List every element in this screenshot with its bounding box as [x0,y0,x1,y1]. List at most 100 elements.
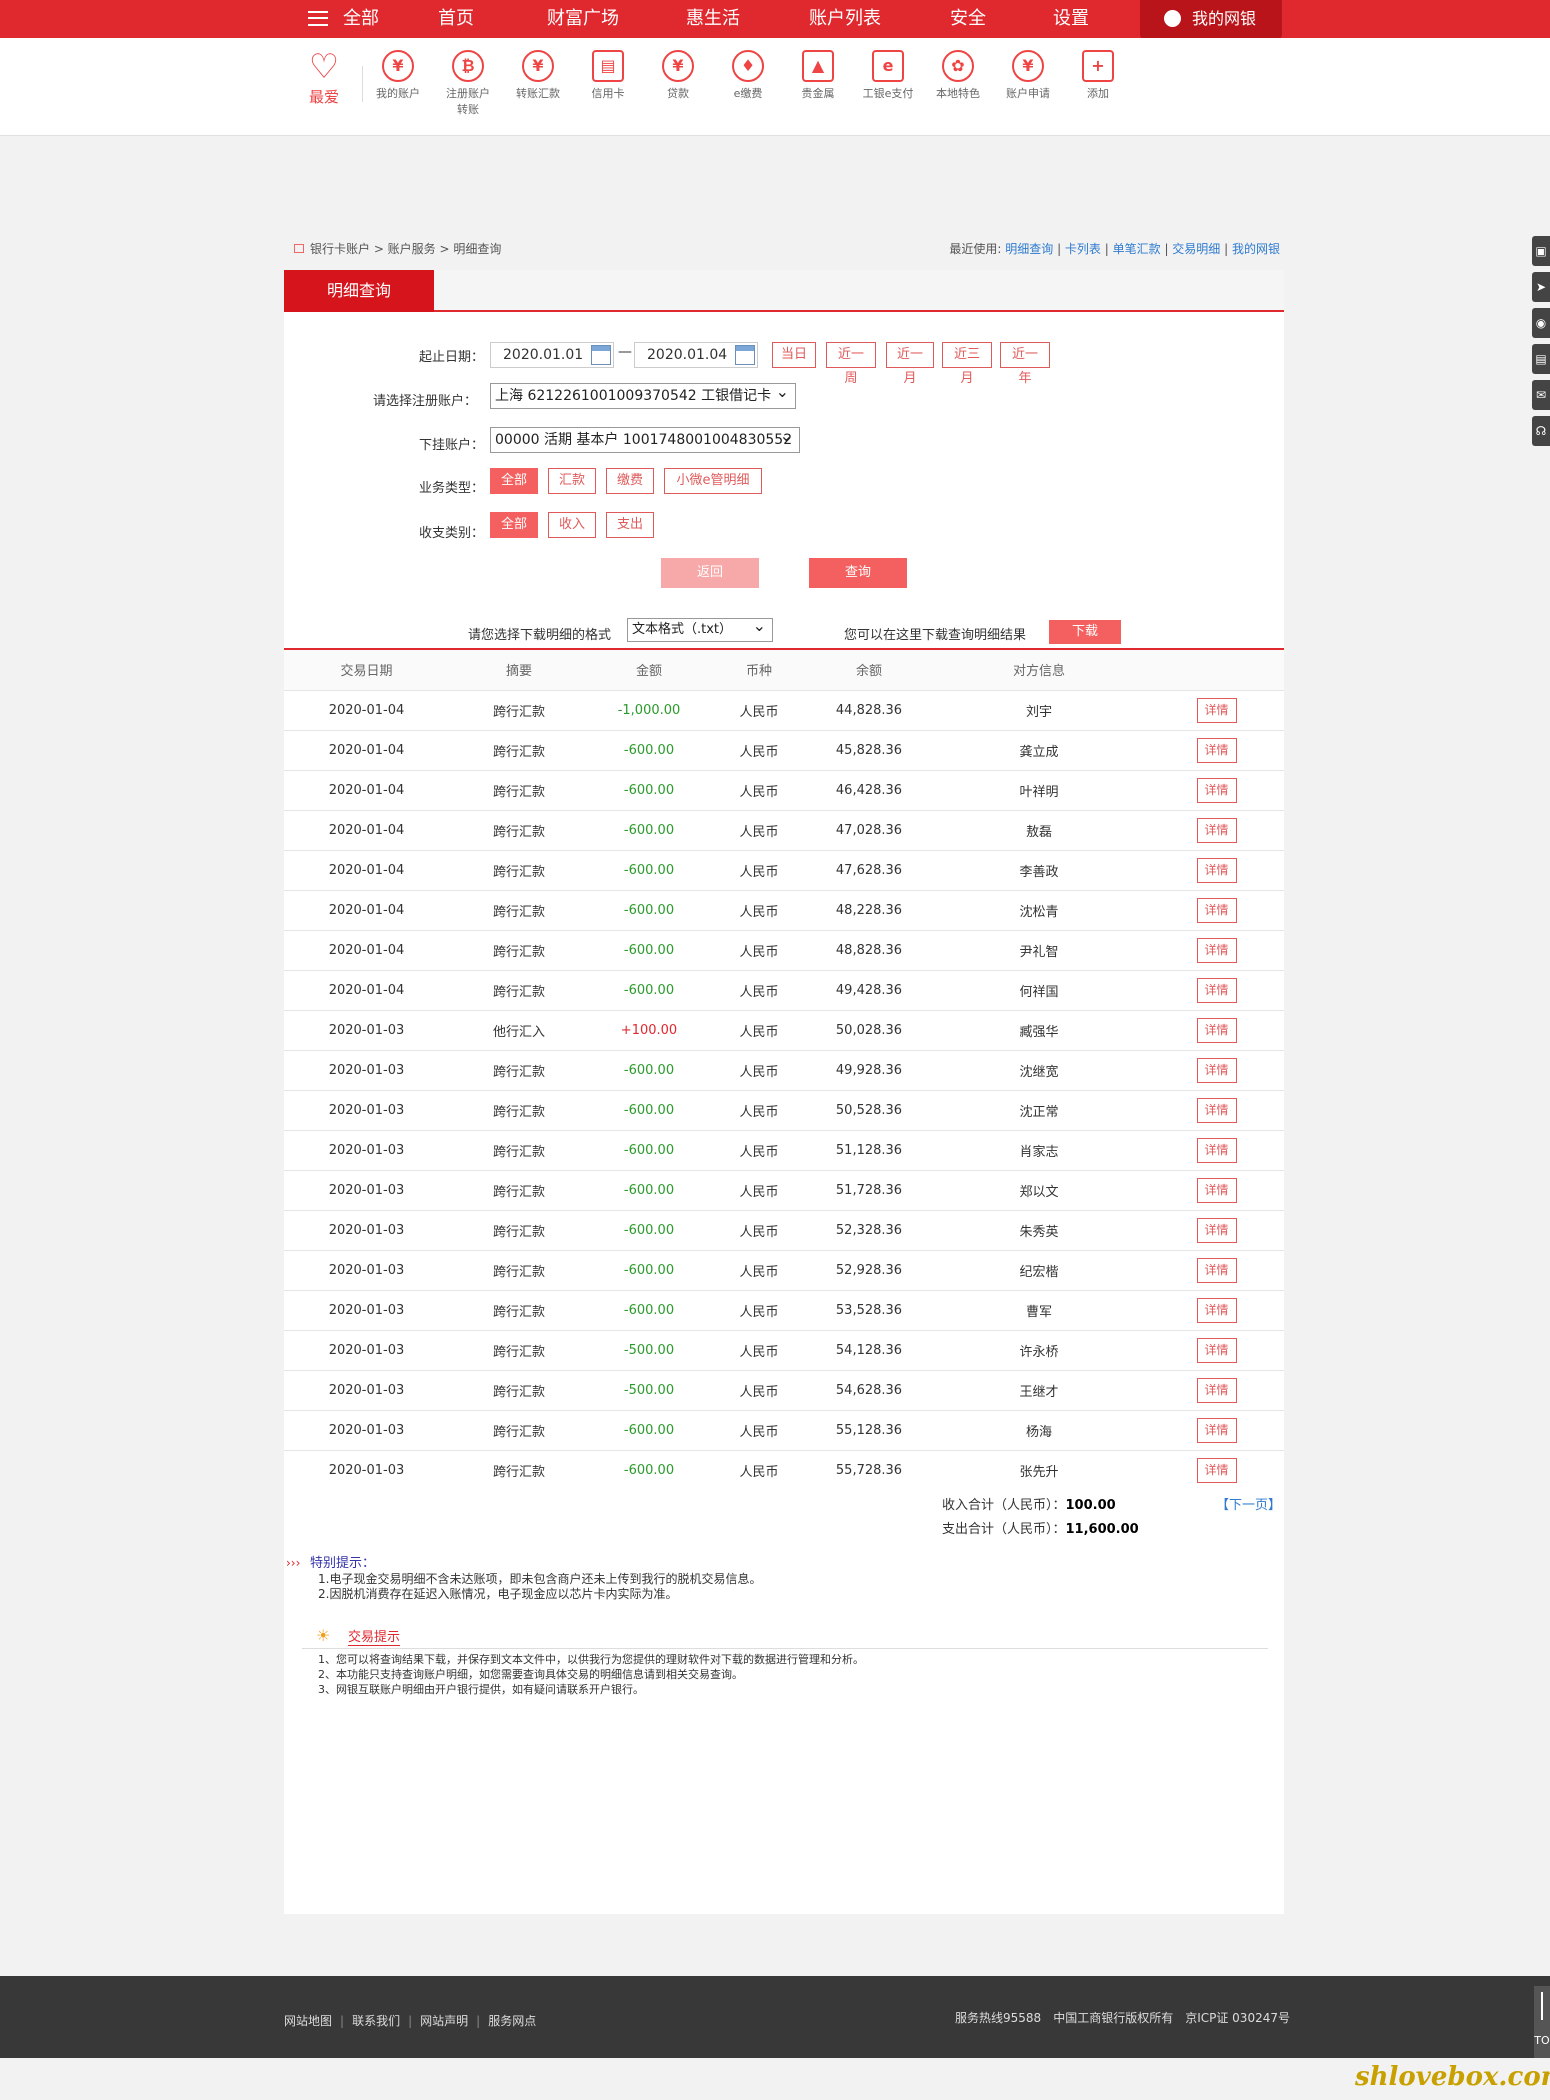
end-date-value: 2020.01.04 [647,347,728,363]
recent-link[interactable]: 卡列表 [1065,242,1101,256]
detail-button[interactable]: 详情 [1196,977,1237,1003]
notice-line: 1.电子现金交易明细不含未达账项，即未包含商户还未上传到我行的脱机交易信息。 [318,1572,762,1586]
nav-wealth[interactable]: 财富广场 [547,0,619,38]
footer-link[interactable]: 网站声明 [420,2014,468,2028]
footer-link[interactable]: 服务网点 [488,2014,536,2028]
recent-link[interactable]: 单笔汇款 [1113,242,1161,256]
home-icon[interactable] [294,244,304,253]
quick-add[interactable]: + 添加 [1068,50,1128,102]
quick-transfer[interactable]: ¥ 转账汇款 [508,50,568,102]
recent-link[interactable]: 交易明细 [1172,242,1220,256]
detail-button[interactable]: 详情 [1196,1457,1237,1483]
detail-button[interactable]: 详情 [1196,1337,1237,1363]
footer-link[interactable]: 网站地图 [284,2014,332,2028]
favorite-item[interactable]: ♡ 最爱 [300,48,348,107]
detail-button[interactable]: 详情 [1196,737,1237,763]
cell-action: 详情 [1149,809,1284,850]
cell-amount: +100.00 [589,1009,709,1050]
support-icon[interactable]: ☊ [1532,416,1550,446]
nav-account-list[interactable]: 账户列表 [809,0,881,38]
range-year-button[interactable]: 近一年 [1000,342,1050,386]
my-bank-button[interactable]: 我的网银 [1140,0,1282,40]
nav-life[interactable]: 惠生活 [686,0,740,38]
nav-home[interactable]: 首页 [438,0,474,38]
detail-button[interactable]: 详情 [1196,1137,1237,1163]
range-month-button[interactable]: 近一月 [886,342,934,386]
send-icon[interactable]: ➤ [1532,272,1550,302]
range-today-button[interactable]: 当日 [772,342,816,368]
detail-button[interactable]: 详情 [1196,777,1237,803]
io-all-button[interactable]: 全部 [490,512,538,538]
footer-link[interactable]: 联系我们 [352,2014,400,2028]
account-select[interactable]: 上海 6212261001009370542 工银借记卡 [490,380,796,409]
quick-gold[interactable]: ▲ 贵金属 [788,50,848,102]
top-navigation: 全部 首页 财富广场 惠生活 账户列表 安全 设置 我的网银 [0,0,1550,40]
end-date-input[interactable]: 2020.01.04 [634,342,758,368]
cell-counterparty: 肖家志 [929,1129,1149,1170]
biz-all-button[interactable]: 全部 [490,468,538,494]
menu-icon[interactable] [308,11,328,26]
col-amount: 金额 [589,650,709,690]
io-income-button[interactable]: 收入 [548,512,596,538]
back-to-top-button[interactable]: TO [1534,1986,1550,2058]
detail-button[interactable]: 详情 [1196,1097,1237,1123]
tab-detail-query[interactable]: 明细查询 [284,270,434,312]
nav-settings[interactable]: 设置 [1053,0,1089,38]
detail-button[interactable]: 详情 [1196,1297,1237,1323]
back-button[interactable]: 返回 [661,558,759,588]
nav-security[interactable]: 安全 [950,0,986,38]
quick-credit-card[interactable]: ▤ 信用卡 [578,50,638,102]
detail-button[interactable]: 详情 [1196,1217,1237,1243]
camera-icon[interactable]: ◉ [1532,308,1550,338]
quick-local[interactable]: ✿ 本地特色 [928,50,988,102]
recent-link[interactable]: 我的网银 [1232,242,1280,256]
footer-copyright: 中国工商银行版权所有 [1053,2011,1174,2025]
calendar-icon[interactable] [591,345,611,365]
quick-my-account[interactable]: ¥ 我的账户 [368,50,428,102]
quick-epay[interactable]: ♦ e缴费 [718,50,778,102]
detail-button[interactable]: 详情 [1196,1377,1237,1403]
col-date: 交易日期 [284,650,449,690]
detail-button[interactable]: 详情 [1196,1057,1237,1083]
io-expense-button[interactable]: 支出 [606,512,654,538]
range-3month-button[interactable]: 近三月 [942,342,992,386]
biz-payment-button[interactable]: 缴费 [606,468,654,494]
mail-icon[interactable]: ✉ [1532,380,1550,410]
nav-all[interactable]: 全部 [343,0,379,38]
start-date-input[interactable]: 2020.01.01 [490,342,614,368]
quick-label: e缴费 [733,87,763,100]
detail-button[interactable]: 详情 [1196,1417,1237,1443]
detail-button[interactable]: 详情 [1196,1257,1237,1283]
loan-bag-icon: ¥ [662,50,694,82]
detail-button[interactable]: 详情 [1196,857,1237,883]
calendar-icon[interactable] [735,345,755,365]
cell-amount: -600.00 [589,1049,709,1090]
detail-button[interactable]: 详情 [1196,1017,1237,1043]
cell-counterparty: 李善政 [929,849,1149,890]
detail-button[interactable]: 详情 [1196,697,1237,723]
next-page-link[interactable]: 【下一页】 [1216,1494,1281,1513]
detail-button[interactable]: 详情 [1196,1177,1237,1203]
query-button[interactable]: 查询 [809,558,907,588]
biz-micro-button[interactable]: 小微e管明细 [664,468,762,494]
cell-balance: 55,128.36 [809,1409,929,1450]
clipboard-icon[interactable]: ▤ [1532,344,1550,374]
gift-icon[interactable]: ▣ [1532,236,1550,266]
detail-button[interactable]: 详情 [1196,817,1237,843]
cell-summary: 跨行汇款 [449,729,589,770]
range-week-button[interactable]: 近一周 [826,342,876,386]
quick-reg-transfer[interactable]: ₿ 注册账户转账 [438,50,498,118]
table-row: 2020-01-03 跨行汇款 -500.00 人民币 54,128.36 许永桥 详情 [284,1329,1284,1370]
quick-loan[interactable]: ¥ 贷款 [648,50,708,102]
detail-button[interactable]: 详情 [1196,937,1237,963]
download-button[interactable]: 下载 [1049,620,1121,644]
detail-button[interactable]: 详情 [1196,897,1237,923]
biz-remit-button[interactable]: 汇款 [548,468,596,494]
recent-link[interactable]: 明细查询 [1005,242,1053,256]
quick-apply[interactable]: ¥ 账户申请 [998,50,1058,102]
quick-icbc-epay[interactable]: e 工银e支付 [858,50,918,102]
cell-amount: -600.00 [589,1249,709,1290]
format-select[interactable]: 文本格式（.txt） [627,615,773,642]
credit-card-icon: ▤ [592,50,624,82]
sub-account-select[interactable]: 00000 活期 基本户 1001748001004830552 [490,424,800,453]
